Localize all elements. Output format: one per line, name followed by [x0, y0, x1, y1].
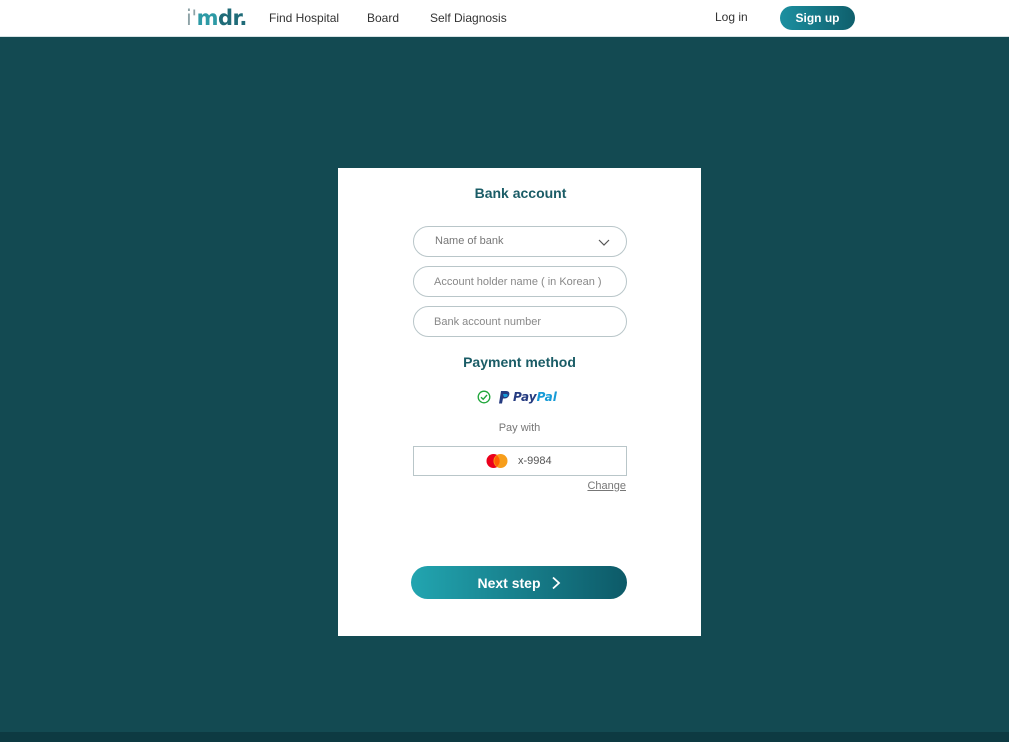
- pay-with-label: Pay with: [498, 422, 541, 434]
- bank-account-title: Bank account: [474, 185, 567, 201]
- bank-payment-card: Bank account Name of bank Payment method…: [338, 168, 701, 636]
- nav-find-hospital-link[interactable]: Find Hospital: [269, 11, 339, 25]
- bank-select-label: Name of bank: [435, 235, 504, 247]
- card-number-text: x-9984: [518, 455, 552, 467]
- chevron-right-icon: [551, 576, 560, 589]
- nav-board-link[interactable]: Board: [367, 11, 399, 25]
- paypal-logo: Pay Pal: [499, 389, 557, 405]
- bank-account-number-input[interactable]: [414, 307, 626, 336]
- top-navbar: i' m dr. Find Hospital Board Self Diagnosi…: [0, 0, 1009, 37]
- login-link[interactable]: Log in: [715, 10, 748, 24]
- logo-part-2: m: [196, 6, 219, 30]
- account-holder-input[interactable]: [414, 267, 626, 296]
- logo-part-3: dr.: [218, 6, 247, 30]
- paypal-wordmark-pal: Pal: [536, 390, 557, 404]
- paypal-wordmark-pay: Pay: [513, 390, 537, 404]
- payment-method-title: Payment method: [463, 354, 576, 370]
- paypal-mark-icon: [499, 390, 510, 403]
- check-circle-icon: [477, 390, 491, 404]
- account-holder-field: [413, 266, 627, 297]
- logo-part-1: i': [186, 6, 197, 30]
- imdr-logo[interactable]: i' m dr.: [186, 6, 247, 30]
- mastercard-icon: [486, 454, 508, 468]
- next-step-label: Next step: [477, 574, 541, 591]
- nav-self-diagnosis-link[interactable]: Self Diagnosis: [430, 11, 507, 25]
- change-card-link[interactable]: Change: [587, 480, 626, 492]
- saved-card-field[interactable]: x-9984: [413, 446, 627, 476]
- bank-name-select[interactable]: Name of bank: [413, 226, 627, 257]
- chevron-down-icon: [598, 239, 610, 246]
- signup-button[interactable]: Sign up: [780, 6, 855, 30]
- next-step-button[interactable]: Next step: [411, 566, 627, 599]
- footer-strip: [0, 732, 1009, 742]
- bank-account-number-field: [413, 306, 627, 337]
- paypal-payment-option[interactable]: Pay Pal: [338, 389, 701, 405]
